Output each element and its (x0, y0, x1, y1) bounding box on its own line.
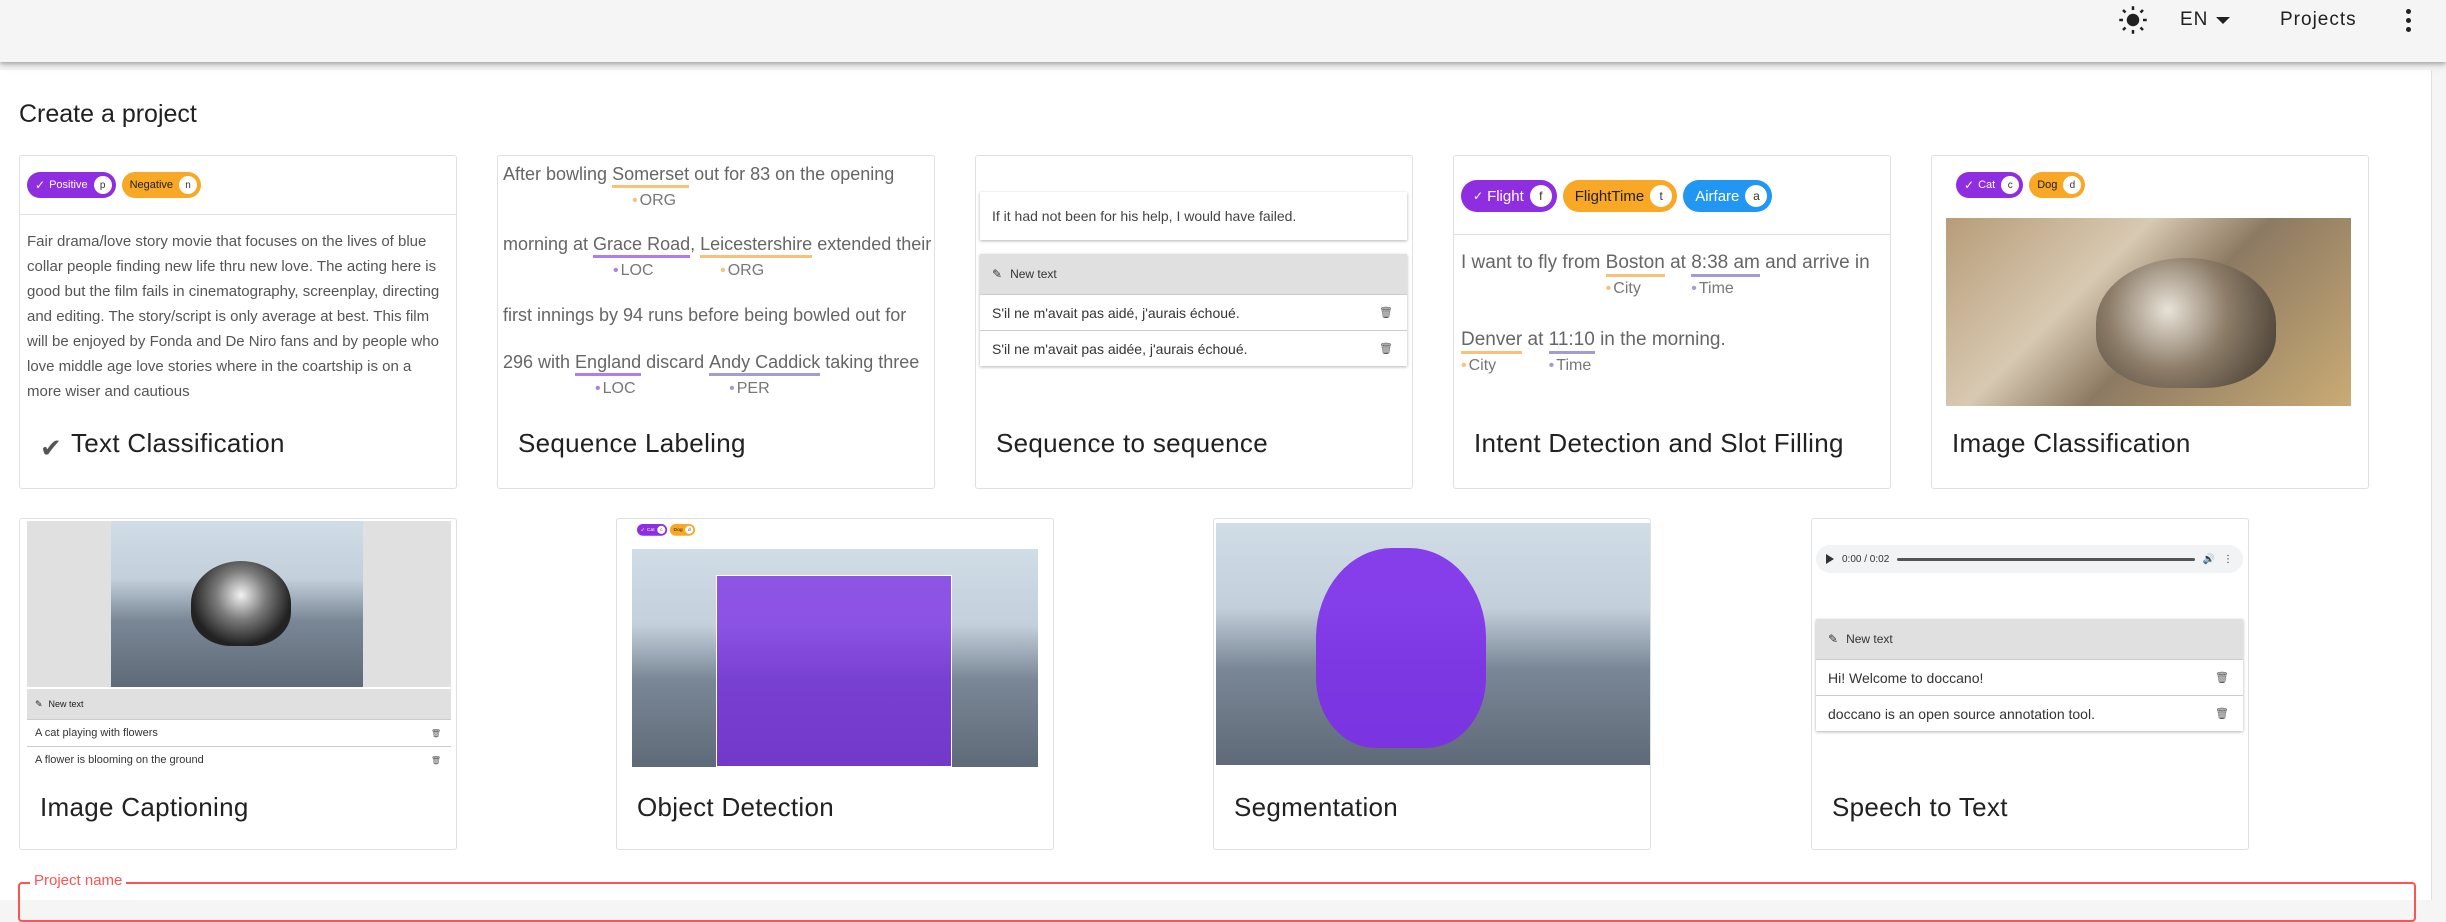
chevron-down-icon (2216, 16, 2231, 24)
play-icon[interactable] (1826, 554, 1834, 564)
sample-line: DenverCity at 11:10Time in the morning. (1461, 329, 1726, 374)
delete-icon[interactable]: 🗑 (2215, 671, 2229, 684)
app-bar: EN Projects (0, 0, 2446, 62)
audio-time: 0:00 / 0:02 (1842, 553, 1890, 565)
pencil-icon: ✎ (1828, 632, 1839, 646)
create-project-sheet: Create a project ✓ Positive p Negative n Fa… (0, 70, 2432, 900)
sample-line: first innings by 94 runs before being bo… (503, 305, 907, 325)
check-icon: ✓ (640, 526, 646, 533)
new-text-field[interactable]: ✎ New text (27, 689, 451, 719)
card-title: Sequence Labeling (518, 428, 746, 458)
sample-review-text: Fair drama/love story movie that focuses… (27, 233, 440, 400)
check-icon: ✓ (1964, 178, 1975, 192)
delete-icon[interactable]: 🗑 (431, 756, 441, 765)
divider (20, 214, 456, 215)
task-card-object-detection[interactable]: ✓ Cat c Dog d Object Detection (616, 518, 1054, 850)
audio-player[interactable]: 0:00 / 0:02 🔊 ⋮ (1816, 545, 2243, 573)
caption-list: ✎ New text A cat playing with flowers 🗑 A … (27, 689, 451, 773)
card-title: Speech to Text (1832, 792, 2008, 822)
image-frame (27, 521, 451, 687)
task-card-intent-detection[interactable]: ✓ Flight f FlightTime t Airfare a I want to … (1453, 155, 1891, 489)
sample-line: After bowling SomersetORG out for 83 on … (503, 164, 894, 209)
language-menu-button[interactable]: EN (2180, 0, 2231, 40)
bounding-box[interactable] (716, 575, 952, 767)
kitten-image (632, 549, 1038, 767)
theme-toggle-button[interactable] (2115, 0, 2151, 40)
sample-line: 296 with EnglandLOC discard Andy Caddick… (503, 352, 919, 397)
task-card-seq2seq[interactable]: If it had not been for his help, I would… (975, 155, 1413, 489)
list-item: A cat playing with flowers 🗑 (27, 719, 451, 746)
delete-icon[interactable]: 🗑 (431, 729, 441, 738)
more-menu-button[interactable] (2398, 0, 2418, 40)
chip-airfare: Airfare a (1683, 180, 1773, 212)
pencil-icon: ✎ (35, 698, 43, 709)
audio-progress[interactable] (1897, 557, 2195, 561)
sample-line: I want to fly from BostonCity at 8:38 am… (1461, 252, 1870, 297)
new-text-field[interactable]: ✎ New text (1816, 619, 2243, 659)
divider (1454, 234, 1890, 235)
chip-dog: Dog d (2029, 172, 2086, 198)
volume-icon[interactable]: 🔊 (2203, 554, 2215, 565)
list-item: Hi! Welcome to doccano! 🗑 (1816, 659, 2243, 695)
card-title: Object Detection (637, 792, 835, 822)
task-card-image-classification[interactable]: ✓ Cat c Dog d Image Classification (1931, 155, 2369, 489)
sun-icon (2119, 6, 2147, 34)
card-title: Sequence to sequence (996, 428, 1268, 458)
kitten-image (1216, 523, 1650, 765)
task-card-sequence-labeling[interactable]: After bowling SomersetORG out for 83 on … (497, 155, 935, 489)
list-item: A flower is blooming on the ground 🗑 (27, 746, 451, 773)
delete-icon[interactable]: 🗑 (2215, 707, 2229, 720)
sample-line: morning at Grace RoadLOC, Leicestershire… (503, 234, 931, 279)
card-title: Text Classification (71, 428, 285, 458)
more-vert-icon (2405, 8, 2411, 32)
card-title: Image Captioning (40, 792, 249, 822)
chip-dog: Dog d (669, 524, 696, 536)
chip-cat: ✓ Cat c (637, 524, 668, 536)
chip-negative: Negative n (121, 172, 202, 198)
delete-icon[interactable]: 🗑 (1379, 342, 1393, 355)
pencil-icon: ✎ (992, 267, 1003, 281)
list-item: S'il ne m'avait pas aidé, j'aurais échou… (980, 294, 1407, 330)
list-item: doccano is an open source annotation too… (1816, 695, 2243, 731)
check-icon: ✓ (35, 178, 46, 192)
projects-label: Projects (2280, 9, 2357, 30)
project-name-label: Project name (30, 872, 127, 889)
project-name-input[interactable] (18, 882, 2416, 922)
selected-check-icon: ✔ (40, 433, 62, 463)
language-label: EN (2180, 9, 2209, 30)
list-item: S'il ne m'avait pas aidée, j'aurais écho… (980, 330, 1407, 366)
chip-flight: ✓ Flight f (1461, 180, 1557, 212)
task-card-text-classification[interactable]: ✓ Positive p Negative n Fair drama/love sto… (19, 155, 457, 489)
task-card-image-captioning[interactable]: ✎ New text A cat playing with flowers 🗑 A … (19, 518, 457, 850)
chip-positive: ✓ Positive p (27, 172, 116, 198)
chip-flighttime: FlightTime t (1562, 180, 1678, 212)
projects-button[interactable]: Projects (2280, 0, 2357, 40)
delete-icon[interactable]: 🗑 (1379, 306, 1393, 319)
card-title: Image Classification (1952, 428, 2191, 458)
new-text-field[interactable]: ✎ New text (980, 254, 1407, 294)
segmentation-mask[interactable] (1316, 548, 1486, 748)
chip-cat: ✓ Cat c (1956, 172, 2024, 198)
cat-image (1946, 218, 2351, 406)
transcript-list: ✎ New text Hi! Welcome to doccano! 🗑 docca… (1816, 619, 2243, 731)
source-text: If it had not been for his help, I would… (980, 192, 1407, 240)
more-vert-icon[interactable]: ⋮ (2223, 554, 2233, 565)
page-title: Create a project (19, 100, 197, 128)
check-icon: ✓ (1473, 189, 1484, 203)
card-title: Segmentation (1234, 792, 1399, 822)
kitten-image (111, 521, 363, 687)
target-list: ✎ New text S'il ne m'avait pas aidé, j'au… (980, 254, 1407, 366)
card-title: Intent Detection and Slot Filling (1474, 428, 1844, 458)
task-card-speech-to-text[interactable]: 0:00 / 0:02 🔊 ⋮ ✎ New text Hi! Welcome to… (1811, 518, 2249, 850)
task-card-segmentation[interactable]: Segmentation (1213, 518, 1651, 850)
